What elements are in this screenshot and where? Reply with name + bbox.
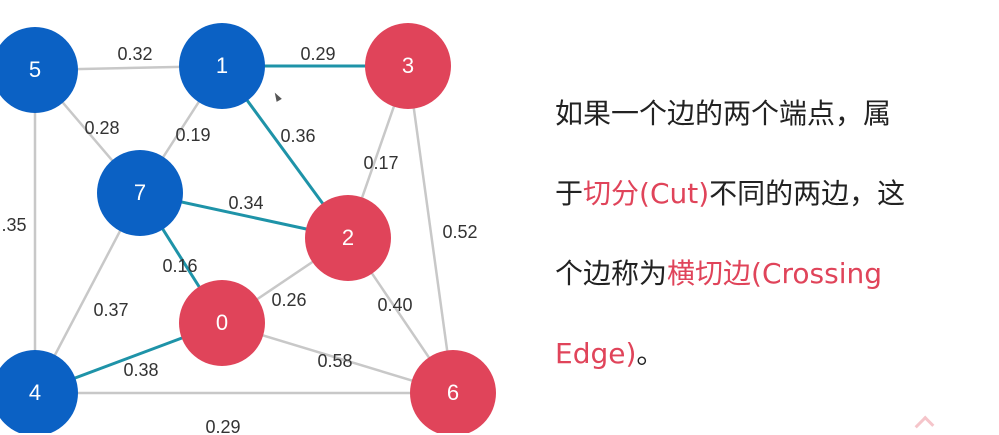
nodes-layer: 5 1 3 7 2 0 4 6: [0, 23, 496, 433]
edge-weight-0-2: 0.26: [271, 290, 306, 310]
node-label-7: 7: [134, 180, 146, 205]
edge-weight-7-4: 0.37: [93, 300, 128, 320]
edge-weight-1-2: 0.36: [280, 126, 315, 146]
edge-weight-1-7: 0.19: [175, 125, 210, 145]
node-label-0: 0: [216, 310, 228, 335]
node-label-5: 5: [29, 57, 41, 82]
edge-weight-7-0: 0.16: [162, 256, 197, 276]
edge-weight-7-2: 0.34: [228, 193, 263, 213]
node-label-1: 1: [216, 53, 228, 78]
node-2: 2: [305, 195, 391, 281]
watermark-logo-icon: [914, 415, 935, 435]
term-crossing-edge: 横切边(Crossing: [667, 257, 882, 290]
node-label-4: 4: [29, 380, 41, 405]
node-label-6: 6: [447, 380, 459, 405]
text-line-2: 于切分(Cut)不同的两边，这: [555, 170, 995, 250]
text-line-3: 个边称为横切边(Crossing: [555, 250, 995, 330]
text-line-4-end: 。: [636, 337, 665, 370]
node-1: 1: [179, 23, 265, 109]
node-3: 3: [365, 23, 451, 109]
node-4: 4: [0, 350, 78, 433]
node-7: 7: [97, 150, 183, 236]
explanation-text: 如果一个边的两个端点，属 于切分(Cut)不同的两边，这 个边称为横切边(Cro…: [555, 90, 995, 410]
node-label-2: 2: [342, 225, 354, 250]
text-line-1: 如果一个边的两个端点，属: [555, 90, 995, 170]
edge-weight-5-1: 0.32: [117, 44, 152, 64]
node-5: 5: [0, 27, 78, 113]
text-line-2-start: 于: [555, 177, 584, 210]
term-edge: Edge): [555, 337, 637, 370]
term-cut: 切分(Cut): [583, 177, 710, 210]
text-line-1-content: 如果一个边的两个端点，属: [555, 97, 892, 130]
edge-weight-5-7: 0.28: [84, 118, 119, 138]
graph-diagram: 0.32 0.29 0.28 0.19 0.36 0.17 0.52 0.34 .35 0.16 0…: [0, 23, 496, 433]
edge-weight-5-4: .35: [1, 215, 26, 235]
edge-weight-2-6: 0.40: [377, 295, 412, 315]
edge-weight-3-2: 0.17: [363, 153, 398, 173]
text-line-3-start: 个边称为: [555, 257, 668, 290]
edge-weight-1-3: 0.29: [300, 44, 335, 64]
node-6: 6: [410, 350, 496, 433]
node-label-3: 3: [402, 53, 414, 78]
node-0: 0: [179, 280, 265, 366]
edge-weight-4-0: 0.38: [123, 360, 158, 380]
edge-weight-0-6: 0.58: [317, 351, 352, 371]
text-line-4: Edge)。: [555, 330, 995, 410]
edge-weight-3-6: 0.52: [442, 222, 477, 242]
edge-weight-4-6: 0.29: [205, 417, 240, 433]
text-line-2-end: 不同的两边，这: [709, 177, 906, 210]
